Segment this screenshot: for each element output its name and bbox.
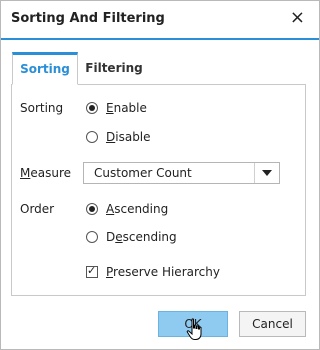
order-label: Order: [20, 202, 55, 216]
chevron-down-icon[interactable]: [254, 163, 279, 183]
descending-radio-option[interactable]: Descending: [86, 230, 177, 244]
disable-label: Disable: [106, 130, 151, 144]
descending-label: Descending: [106, 230, 177, 244]
measure-label: Measure: [20, 166, 72, 180]
preserve-hierarchy-label: Preserve Hierarchy: [106, 265, 220, 279]
ascending-radio[interactable]: [86, 203, 98, 215]
measure-selected-value: Customer Count: [94, 166, 192, 180]
tab-sorting[interactable]: Sorting: [12, 52, 78, 85]
ascending-radio-option[interactable]: Ascending: [86, 202, 168, 216]
descending-radio[interactable]: [86, 231, 98, 243]
preserve-hierarchy-option[interactable]: Preserve Hierarchy: [86, 264, 220, 279]
cancel-button[interactable]: Cancel: [239, 311, 306, 337]
tab-filtering[interactable]: Filtering: [78, 52, 150, 85]
dialog-title: Sorting And Filtering: [11, 11, 165, 26]
disable-radio-option[interactable]: Disable: [86, 130, 151, 144]
title-bar: Sorting And Filtering ×: [1, 1, 319, 40]
measure-dropdown[interactable]: Customer Count: [83, 162, 280, 184]
preserve-hierarchy-checkbox[interactable]: [86, 264, 98, 278]
ascending-label: Ascending: [106, 202, 169, 216]
enable-label: Enable: [106, 101, 147, 115]
enable-radio[interactable]: [86, 102, 98, 114]
sorting-label: Sorting: [20, 101, 64, 115]
disable-radio[interactable]: [86, 131, 98, 143]
enable-radio-option[interactable]: Enable: [86, 101, 147, 115]
hand-cursor-icon: [186, 318, 202, 340]
close-icon[interactable]: ×: [290, 9, 305, 27]
